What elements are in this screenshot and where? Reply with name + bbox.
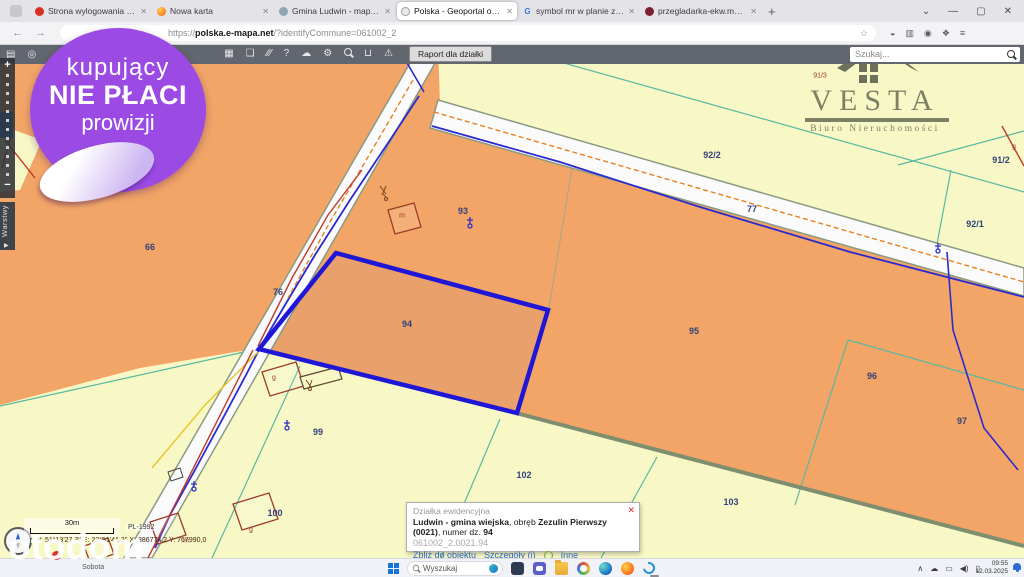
onedrive-icon[interactable]: ☁	[930, 564, 938, 573]
copilot-icon[interactable]	[641, 560, 658, 577]
warning-icon[interactable]: ⚠	[384, 44, 393, 64]
teams-icon[interactable]	[533, 562, 546, 575]
firefox-icon[interactable]	[621, 562, 634, 575]
parcel-description: Ludwin - gmina wiejska, obręb Zezulin Pi…	[413, 517, 633, 537]
minimize-button[interactable]: —	[948, 6, 958, 17]
firefox-favicon-icon	[157, 7, 166, 16]
popup-title: Działka ewidencyjna	[413, 506, 633, 516]
taskbar-search[interactable]: Wyszukaj	[407, 561, 503, 576]
tab-2[interactable]: Gmina Ludwin - mapa działek i ✕	[275, 2, 395, 20]
tab-close-icon[interactable]: ✕	[384, 7, 391, 16]
display-icon[interactable]: ▭	[945, 564, 953, 573]
browser-tab-bar: Strona wylogowania z Przeglądark✕Nowa ka…	[0, 0, 1024, 23]
taskview-icon[interactable]	[511, 562, 524, 575]
screen: { "colors":{"badge_purple":"#9b4be4","pa…	[0, 0, 1024, 576]
gov-favicon-icon	[645, 7, 654, 16]
tab-close-icon[interactable]: ✕	[506, 7, 513, 16]
promo-badge: kupujący NIE PŁACI prowizji	[30, 28, 206, 192]
badge-line2: NIE PŁACI	[30, 80, 206, 111]
help-icon[interactable]: ?	[284, 44, 290, 64]
tab-list-chevron-icon[interactable]: ⌄	[922, 6, 930, 17]
settings-gear-icon[interactable]: ⚙	[323, 44, 332, 64]
tab-5[interactable]: przegladarka-ekw.ms.gov.pl/eu ✕	[641, 2, 761, 20]
new-tab-button[interactable]: +	[768, 4, 776, 19]
tab-1[interactable]: Nowa karta ✕	[153, 2, 273, 20]
chevron-up-icon[interactable]: ∧	[917, 564, 923, 573]
cart-icon[interactable]: ⊔	[364, 44, 372, 64]
chevron-right-icon: ▶	[4, 242, 9, 249]
search-icon	[1007, 50, 1015, 58]
badge-line1: kupujący	[30, 54, 206, 82]
globe-favicon-icon	[401, 7, 410, 16]
map-search-placeholder: Szukaj...	[855, 49, 890, 59]
tab-title: przegladarka-ekw.ms.gov.pl/eu	[658, 6, 746, 16]
tab-close-icon[interactable]: ✕	[750, 7, 757, 16]
info-popup: Działka ewidencyjna ✕ Ludwin - gmina wie…	[406, 502, 640, 552]
zoom-slider[interactable]: + −	[0, 58, 15, 198]
comment-icon[interactable]: ❑	[246, 44, 255, 64]
vesta-name: VESTA	[795, 86, 955, 116]
tab-title: Polska - Geoportal otwartych d	[414, 6, 502, 16]
otodom-watermark: otodom	[8, 526, 144, 568]
zoom-track[interactable]	[6, 74, 9, 178]
tab-close-icon[interactable]: ✕	[628, 7, 635, 16]
start-button[interactable]	[388, 563, 399, 574]
measure-icon[interactable]: ∕∕∕	[267, 44, 272, 64]
tab-3[interactable]: Polska - Geoportal otwartych d ✕	[397, 2, 517, 20]
maximize-button[interactable]: ▢	[976, 6, 985, 17]
tab-close-icon[interactable]: ✕	[140, 7, 147, 16]
photos-icon[interactable]	[577, 562, 590, 575]
search-icon	[413, 565, 419, 571]
firefox-view-icon[interactable]	[10, 5, 22, 17]
zoom-in-button[interactable]: +	[0, 58, 15, 72]
popup-close-icon[interactable]: ✕	[627, 505, 635, 516]
close-button[interactable]: ✕	[1004, 6, 1012, 17]
account-icon[interactable]: ◉	[924, 28, 932, 39]
tab-4[interactable]: Gsymbol mr w planie zagospoda ✕	[519, 2, 639, 20]
extensions-icon[interactable]: ❖	[942, 28, 950, 39]
map-favicon-icon	[279, 7, 288, 16]
table-icon[interactable]: ▦	[224, 44, 233, 64]
badge-line3: prowizji	[30, 110, 206, 136]
library-icon[interactable]: ▥	[905, 28, 914, 39]
bing-icon	[489, 564, 498, 573]
vesta-subtitle: Biuro Nieruchomości	[795, 124, 955, 134]
tab-title: Strona wylogowania z Przeglądark	[48, 6, 136, 16]
taskbar-clock[interactable]: 09:55 12.03.2025	[975, 560, 1008, 576]
google-favicon-icon: G	[523, 7, 532, 16]
tab-close-icon[interactable]: ✕	[262, 7, 269, 16]
report-button[interactable]: Raport dla działki	[409, 46, 492, 62]
layers-panel-tab[interactable]: Warstwy ▶	[0, 202, 15, 250]
upload-cloud-icon[interactable]: ☁	[301, 44, 311, 64]
search-doc-icon[interactable]	[344, 44, 352, 64]
explorer-icon[interactable]	[555, 562, 568, 575]
taskbar-search-label: Wyszukaj	[423, 564, 457, 573]
bookmark-star-icon[interactable]: ☆	[860, 28, 868, 39]
taskbar: Wyszukaj ∧☁▭◀)▯ 09:55 12.03.2025	[0, 558, 1024, 577]
pocket-icon[interactable]: ◒	[890, 28, 895, 39]
tab-0[interactable]: Strona wylogowania z Przeglądark ✕	[31, 2, 151, 20]
back-button[interactable]: ←	[12, 27, 23, 39]
zoom-out-button[interactable]: −	[0, 180, 15, 190]
menu-icon[interactable]: ≡	[960, 28, 965, 39]
speaker-icon[interactable]: ◀)	[960, 564, 969, 573]
red-favicon-icon	[35, 7, 44, 16]
edge-icon[interactable]	[599, 562, 612, 575]
notification-bell-icon[interactable]	[1013, 563, 1021, 570]
parcel-id: 061002_2.0021.94	[413, 538, 633, 548]
map-search-input[interactable]: Szukaj...	[850, 47, 1020, 62]
tab-title: Nowa karta	[170, 6, 258, 16]
tab-title: symbol mr w planie zagospoda	[536, 6, 624, 16]
vesta-underline	[805, 118, 949, 122]
tab-title: Gmina Ludwin - mapa działek i	[292, 6, 380, 16]
